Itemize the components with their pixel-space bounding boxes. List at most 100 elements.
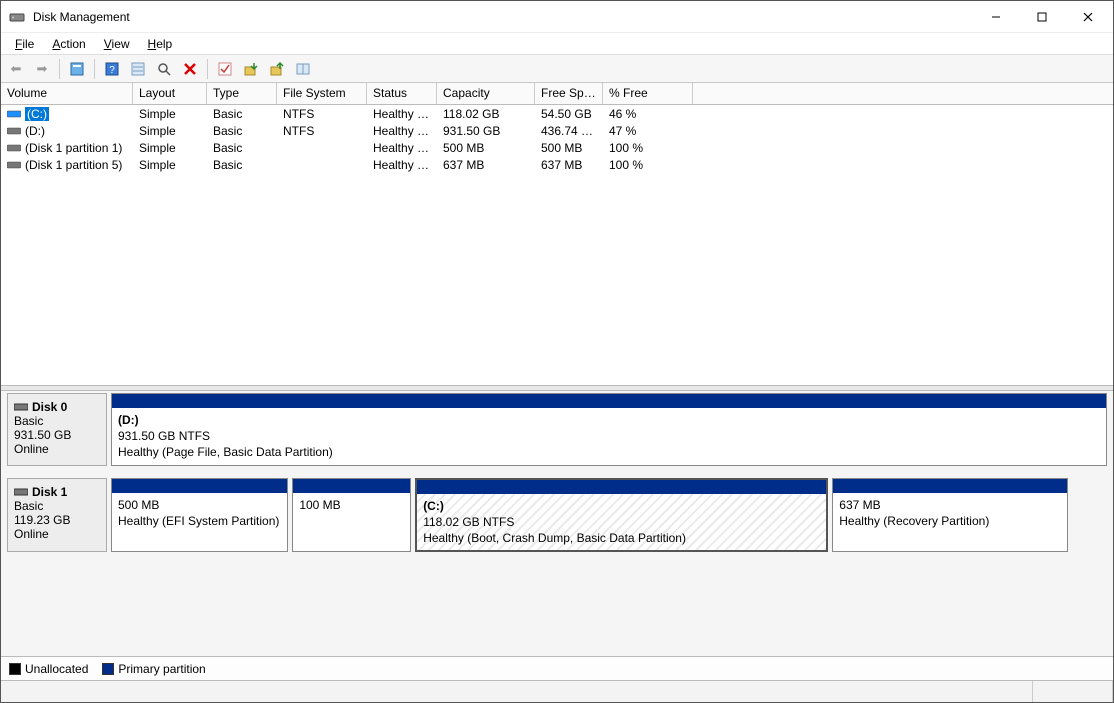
partition-stripe	[112, 479, 287, 493]
window-title: Disk Management	[33, 10, 973, 24]
volume-free: 436.74 GB	[535, 124, 603, 138]
volume-pct: 100 %	[603, 141, 693, 155]
volume-list-header: Volume Layout Type File System Status Ca…	[1, 83, 1113, 105]
partition-stripe	[112, 394, 1106, 408]
search-icon[interactable]	[153, 58, 175, 80]
forward-button[interactable]: ➡	[31, 58, 53, 80]
volume-status: Healthy (B...	[367, 107, 437, 121]
volume-row[interactable]: (C:)SimpleBasicNTFSHealthy (B...118.02 G…	[1, 105, 1113, 122]
menu-file[interactable]: File	[7, 35, 42, 53]
delete-icon[interactable]	[179, 58, 201, 80]
toolbar-separator	[94, 59, 95, 79]
menubar: File Action View Help	[1, 33, 1113, 55]
import-icon[interactable]	[240, 58, 262, 80]
volume-free: 54.50 GB	[535, 107, 603, 121]
swatch-primary	[102, 663, 114, 675]
partition-size: 100 MB	[299, 497, 404, 513]
properties-icon[interactable]	[66, 58, 88, 80]
column-filesystem[interactable]: File System	[277, 83, 367, 104]
volume-name: (Disk 1 partition 5)	[25, 158, 122, 172]
legend: Unallocated Primary partition	[1, 656, 1113, 680]
volume-row[interactable]: (Disk 1 partition 5)SimpleBasicHealthy (…	[1, 156, 1113, 173]
disk-status: Online	[14, 527, 100, 541]
partition-status: Healthy (Page File, Basic Data Partition…	[118, 444, 1100, 460]
volume-type: Basic	[207, 141, 277, 155]
volume-pct: 100 %	[603, 158, 693, 172]
partition[interactable]: 500 MBHealthy (EFI System Partition)	[111, 478, 288, 553]
help-icon[interactable]: ?	[101, 58, 123, 80]
disk-name: Disk 0	[32, 400, 67, 414]
volume-capacity: 118.02 GB	[437, 107, 535, 121]
disk-partitions: 500 MBHealthy (EFI System Partition) 100 …	[111, 478, 1107, 553]
list-view-icon[interactable]	[127, 58, 149, 80]
status-cell	[1033, 681, 1113, 702]
partition-size: 500 MB	[118, 497, 281, 513]
status-cell	[1, 681, 1033, 702]
close-button[interactable]	[1065, 2, 1111, 32]
column-type[interactable]: Type	[207, 83, 277, 104]
partition[interactable]: 100 MB	[292, 478, 411, 553]
partition[interactable]: 637 MBHealthy (Recovery Partition)	[832, 478, 1068, 553]
volume-type: Basic	[207, 158, 277, 172]
volume-layout: Simple	[133, 141, 207, 155]
disk-info[interactable]: Disk 1Basic119.23 GBOnline	[7, 478, 107, 553]
disk-type: Basic	[14, 499, 100, 513]
titlebar: Disk Management	[1, 1, 1113, 33]
menu-action[interactable]: Action	[44, 35, 93, 53]
volume-capacity: 500 MB	[437, 141, 535, 155]
partition-size: 118.02 GB NTFS	[423, 514, 820, 530]
toolbar-separator	[59, 59, 60, 79]
volume-fs: NTFS	[277, 124, 367, 138]
volume-list[interactable]: (C:)SimpleBasicNTFSHealthy (B...118.02 G…	[1, 105, 1113, 385]
column-status[interactable]: Status	[367, 83, 437, 104]
menu-help[interactable]: Help	[140, 35, 181, 53]
disk-size: 119.23 GB	[14, 513, 100, 527]
column-pctfree[interactable]: % Free	[603, 83, 693, 104]
minimize-button[interactable]	[973, 2, 1019, 32]
column-free[interactable]: Free Spa...	[535, 83, 603, 104]
partition-label: (C:)	[423, 498, 820, 514]
volume-layout: Simple	[133, 124, 207, 138]
volume-row[interactable]: (D:)SimpleBasicNTFSHealthy (P...931.50 G…	[1, 122, 1113, 139]
volume-status: Healthy (E...	[367, 141, 437, 155]
export-icon[interactable]	[266, 58, 288, 80]
volume-name: (D:)	[25, 124, 45, 138]
maximize-button[interactable]	[1019, 2, 1065, 32]
disk-partitions: (D:)931.50 GB NTFSHealthy (Page File, Ba…	[111, 393, 1107, 466]
volume-status: Healthy (P...	[367, 124, 437, 138]
disk-icon	[14, 487, 28, 497]
legend-unallocated: Unallocated	[9, 662, 88, 676]
column-layout[interactable]: Layout	[133, 83, 207, 104]
partition-stripe	[293, 479, 410, 493]
statusbar	[1, 680, 1113, 702]
disk-row: Disk 1Basic119.23 GBOnline500 MBHealthy …	[7, 478, 1107, 553]
column-capacity[interactable]: Capacity	[437, 83, 535, 104]
volume-row[interactable]: (Disk 1 partition 1)SimpleBasicHealthy (…	[1, 139, 1113, 156]
volume-free: 637 MB	[535, 158, 603, 172]
column-volume[interactable]: Volume	[1, 83, 133, 104]
disk-info[interactable]: Disk 0Basic931.50 GBOnline	[7, 393, 107, 466]
settings-panel-icon[interactable]	[292, 58, 314, 80]
disk-name: Disk 1	[32, 485, 67, 499]
swatch-unallocated	[9, 663, 21, 675]
volume-free: 500 MB	[535, 141, 603, 155]
toolbar: ⬅ ➡ ?	[1, 55, 1113, 83]
volume-capacity: 931.50 GB	[437, 124, 535, 138]
volume-layout: Simple	[133, 158, 207, 172]
disk-status: Online	[14, 442, 100, 456]
volume-layout: Simple	[133, 107, 207, 121]
disk-icon	[14, 402, 28, 412]
check-icon[interactable]	[214, 58, 236, 80]
disk-type: Basic	[14, 414, 100, 428]
legend-primary: Primary partition	[102, 662, 205, 676]
partition[interactable]: (C:)118.02 GB NTFSHealthy (Boot, Crash D…	[415, 478, 828, 553]
volume-pct: 46 %	[603, 107, 693, 121]
menu-view[interactable]: View	[96, 35, 138, 53]
volume-pct: 47 %	[603, 124, 693, 138]
disk-size: 931.50 GB	[14, 428, 100, 442]
toolbar-separator	[207, 59, 208, 79]
partition[interactable]: (D:)931.50 GB NTFSHealthy (Page File, Ba…	[111, 393, 1107, 466]
disk-graphical-view[interactable]: Disk 0Basic931.50 GBOnline(D:)931.50 GB …	[1, 391, 1113, 656]
partition-status: Healthy (Recovery Partition)	[839, 513, 1061, 529]
back-button[interactable]: ⬅	[5, 58, 27, 80]
